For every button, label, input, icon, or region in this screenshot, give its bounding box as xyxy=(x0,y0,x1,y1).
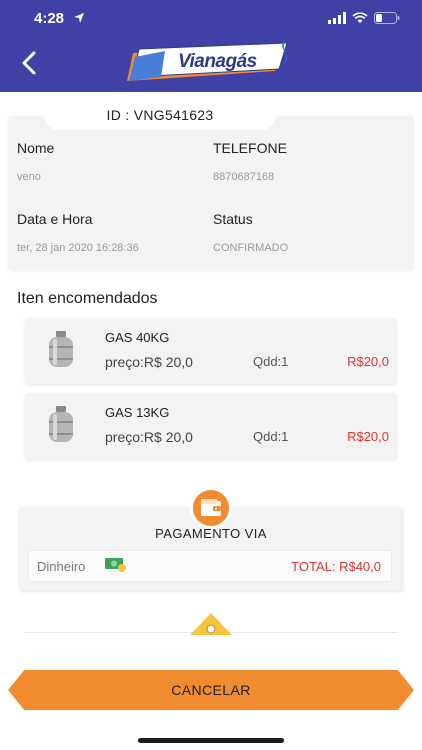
wallet-icon xyxy=(190,487,232,529)
location-pin-icon xyxy=(190,613,232,635)
name-value: veno xyxy=(17,171,41,183)
datetime-label: Data e Hora xyxy=(17,211,93,227)
signal-icon xyxy=(328,11,346,29)
item-total: R$20,0 xyxy=(347,354,389,369)
payment-method-row: Dinheiro TOTAL: R$40,0 xyxy=(28,550,392,582)
home-indicator[interactable] xyxy=(138,738,284,743)
item-total: R$20,0 xyxy=(347,429,389,444)
phone-label: TELEFONE xyxy=(213,140,287,156)
payment-method: Dinheiro xyxy=(37,559,86,574)
status-time: 4:28 xyxy=(34,10,65,27)
status-icons xyxy=(328,11,400,29)
name-label: Nome xyxy=(17,140,55,156)
list-item[interactable]: GAS 40KG preço:R$ 20,0 Qdd:1 R$20,0 xyxy=(25,318,397,384)
gas-cylinder-icon xyxy=(45,405,77,445)
logo-text: Vianagás xyxy=(178,51,257,72)
payment-total: TOTAL: R$40,0 xyxy=(291,559,381,574)
datetime-value: ter, 28 jan 2020 16:28:36 xyxy=(17,242,139,254)
phone-value: 8870687168 xyxy=(213,171,275,183)
cash-icon xyxy=(105,557,127,573)
back-button[interactable] xyxy=(18,50,42,76)
status-value: CONFIRMADO xyxy=(213,242,289,254)
item-qty: Qdd:1 xyxy=(253,354,289,369)
item-price: preço:R$ 20,0 xyxy=(105,354,193,370)
cancel-button[interactable]: CANCELAR xyxy=(8,670,414,710)
back-chevron-icon xyxy=(22,51,36,75)
status-label: Status xyxy=(213,211,253,227)
battery-icon xyxy=(374,11,400,29)
item-name: GAS 40KG xyxy=(105,330,170,345)
items-section-title: Iten encomendados xyxy=(17,290,158,307)
location-arrow-icon xyxy=(73,11,85,29)
item-price: preço:R$ 20,0 xyxy=(105,429,193,445)
item-name: GAS 13KG xyxy=(105,405,170,420)
wifi-icon xyxy=(352,11,368,29)
item-qty: Qdd:1 xyxy=(253,429,289,444)
list-item[interactable]: GAS 13KG preço:R$ 20,0 Qdd:1 R$20,0 xyxy=(25,393,397,459)
order-id: ID : VNG541623 xyxy=(44,100,276,130)
order-info-card: Nome veno TELEFONE 8870687168 Data e Hor… xyxy=(8,116,414,270)
status-bar: 4:28 xyxy=(0,0,422,40)
gas-cylinder-icon xyxy=(45,330,77,370)
